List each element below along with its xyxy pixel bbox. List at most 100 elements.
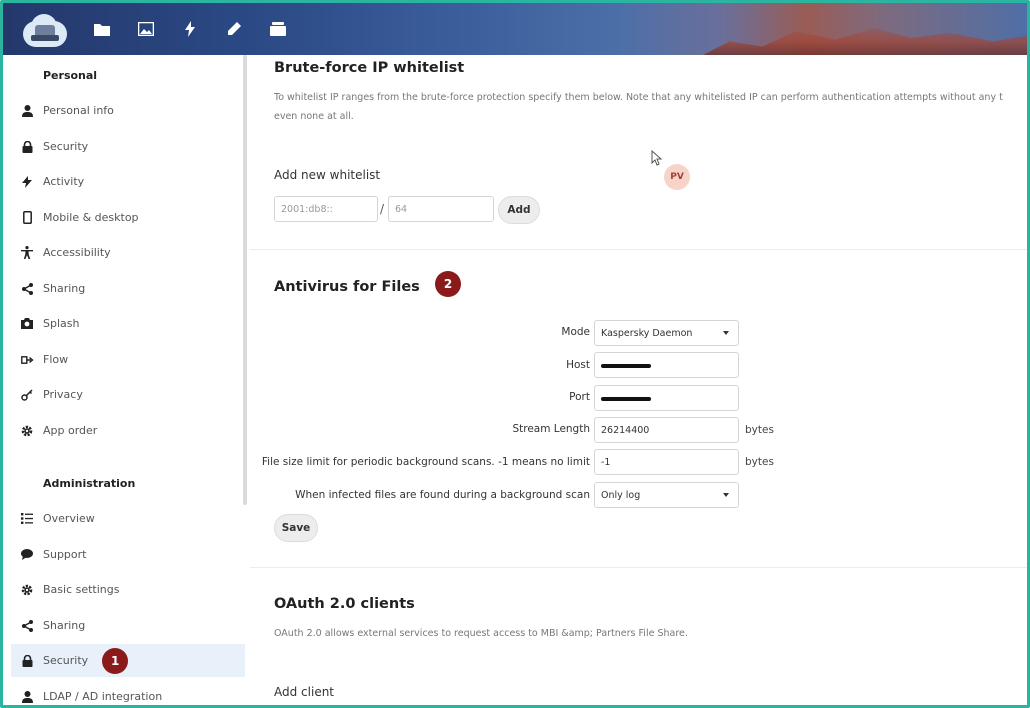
lock-icon (13, 654, 41, 667)
sidebar-item-admin-security[interactable]: Security 1 (11, 644, 245, 677)
settings-sidebar: Personal Personal info Security Activity… (3, 55, 247, 705)
host-label: Host (566, 359, 590, 371)
sidebar-item-label: Support (43, 548, 87, 561)
sidebar-item-support[interactable]: Support (11, 538, 245, 571)
infected-action-select[interactable]: Only log (594, 482, 739, 508)
lightning-icon (13, 175, 41, 188)
bruteforce-hint-line2: even none at all. (274, 111, 354, 122)
lock-icon (13, 140, 41, 153)
whitelist-mask-input[interactable]: 64 (388, 196, 494, 222)
sidebar-item-label: Activity (43, 175, 85, 188)
sidebar-item-splash[interactable]: Splash (11, 307, 245, 340)
administration-section-title: Administration (43, 477, 136, 490)
user-icon (13, 690, 41, 703)
bruteforce-title: Brute-force IP whitelist (274, 60, 465, 76)
mouse-cursor-icon (651, 150, 663, 166)
sidebar-item-mobile-desktop[interactable]: Mobile & desktop (11, 201, 245, 234)
stream-length-input[interactable]: 26214400 (594, 417, 739, 443)
cloud-logo-icon[interactable] (17, 11, 73, 49)
mode-selected-value: Kaspersky Daemon (601, 327, 693, 339)
settings-content: Brute-force IP whitelist To whitelist IP… (250, 55, 1027, 705)
sidebar-item-app-order[interactable]: App order (11, 414, 245, 447)
redacted-value (601, 397, 651, 401)
filesize-limit-unit: bytes (745, 456, 774, 468)
activity-icon[interactable] (179, 19, 201, 39)
filesize-limit-label: File size limit for periodic background … (261, 456, 590, 468)
sidebar-item-activity[interactable]: Activity (11, 165, 245, 198)
sidebar-item-label: Sharing (43, 282, 86, 295)
step-badge: 2 (435, 271, 461, 297)
camera-icon (13, 318, 41, 329)
add-whitelist-label: Add new whitelist (274, 168, 381, 182)
sidebar-item-label: Security (43, 654, 89, 667)
filesize-limit-input[interactable]: -1 (594, 449, 739, 475)
stream-length-label: Stream Length (512, 423, 590, 435)
section-divider (250, 249, 1027, 250)
sidebar-item-label: Sharing (43, 619, 86, 632)
mode-select[interactable]: Kaspersky Daemon (594, 320, 739, 346)
gear-icon (13, 584, 41, 596)
chat-icon (13, 549, 41, 560)
add-whitelist-button[interactable]: Add (498, 196, 540, 224)
whitelist-ip-input[interactable]: 2001:db8:: (274, 196, 378, 222)
sidebar-item-label: Basic settings (43, 583, 120, 596)
key-icon (13, 388, 41, 401)
sidebar-item-basic-settings[interactable]: Basic settings (11, 573, 245, 606)
sidebar-item-accessibility[interactable]: Accessibility (11, 236, 245, 269)
app-menu (91, 19, 289, 39)
redacted-value (601, 364, 651, 368)
sidebar-item-flow[interactable]: Flow (11, 343, 245, 376)
sidebar-item-label: LDAP / AD integration (43, 690, 163, 703)
sidebar-item-label: Security (43, 140, 89, 153)
notes-icon[interactable] (223, 19, 245, 39)
top-header (3, 3, 1027, 55)
stream-length-unit: bytes (745, 424, 774, 436)
share-icon (13, 282, 41, 295)
port-label: Port (569, 391, 590, 403)
host-input[interactable] (594, 352, 739, 378)
sidebar-item-overview[interactable]: Overview (11, 502, 245, 535)
sidebar-item-label: Flow (43, 353, 69, 366)
port-input[interactable] (594, 385, 739, 411)
sidebar-item-label: Accessibility (43, 246, 111, 259)
sidebar-item-privacy[interactable]: Privacy (11, 378, 245, 411)
app-window: Personal Personal info Security Activity… (0, 0, 1030, 708)
bruteforce-hint-line1: To whitelist IP ranges from the brute-fo… (274, 92, 1003, 103)
step-badge: 1 (102, 647, 129, 674)
save-button[interactable]: Save (274, 514, 318, 542)
accessibility-icon (13, 246, 41, 259)
oauth-title: OAuth 2.0 clients (274, 596, 415, 612)
avatar[interactable]: PV (664, 164, 690, 190)
mode-label: Mode (561, 326, 590, 338)
header-background-art (703, 27, 1027, 55)
user-icon (13, 104, 41, 117)
flow-icon (13, 355, 41, 365)
whitelist-slash: / (380, 202, 385, 216)
files-icon[interactable] (91, 19, 113, 39)
add-client-label: Add client (274, 685, 335, 699)
sidebar-item-label: Overview (43, 512, 95, 525)
sidebar-item-label: App order (43, 424, 98, 437)
sidebar-item-ldap[interactable]: LDAP / AD integration (11, 680, 245, 705)
sidebar-item-personal-security[interactable]: Security (11, 130, 245, 163)
share-icon (13, 619, 41, 632)
photos-icon[interactable] (135, 19, 157, 39)
section-divider (250, 567, 1027, 568)
sidebar-item-personal-info[interactable]: Personal info (11, 94, 245, 127)
infected-action-label: When infected files are found during a b… (295, 489, 590, 501)
deck-icon[interactable] (267, 19, 289, 39)
phone-icon (13, 211, 41, 224)
chevron-down-icon (723, 493, 729, 497)
sidebar-item-label: Privacy (43, 388, 83, 401)
sidebar-item-label: Splash (43, 317, 80, 330)
personal-section-title: Personal (43, 69, 98, 82)
list-icon (13, 513, 41, 524)
sidebar-item-personal-sharing[interactable]: Sharing (11, 272, 245, 305)
infected-action-selected-value: Only log (601, 489, 641, 501)
sidebar-item-label: Personal info (43, 104, 114, 117)
sidebar-item-admin-sharing[interactable]: Sharing (11, 609, 245, 642)
chevron-down-icon (723, 331, 729, 335)
gear-icon (13, 425, 41, 437)
antivirus-title: Antivirus for Files (274, 279, 420, 295)
sidebar-item-label: Mobile & desktop (43, 211, 139, 224)
